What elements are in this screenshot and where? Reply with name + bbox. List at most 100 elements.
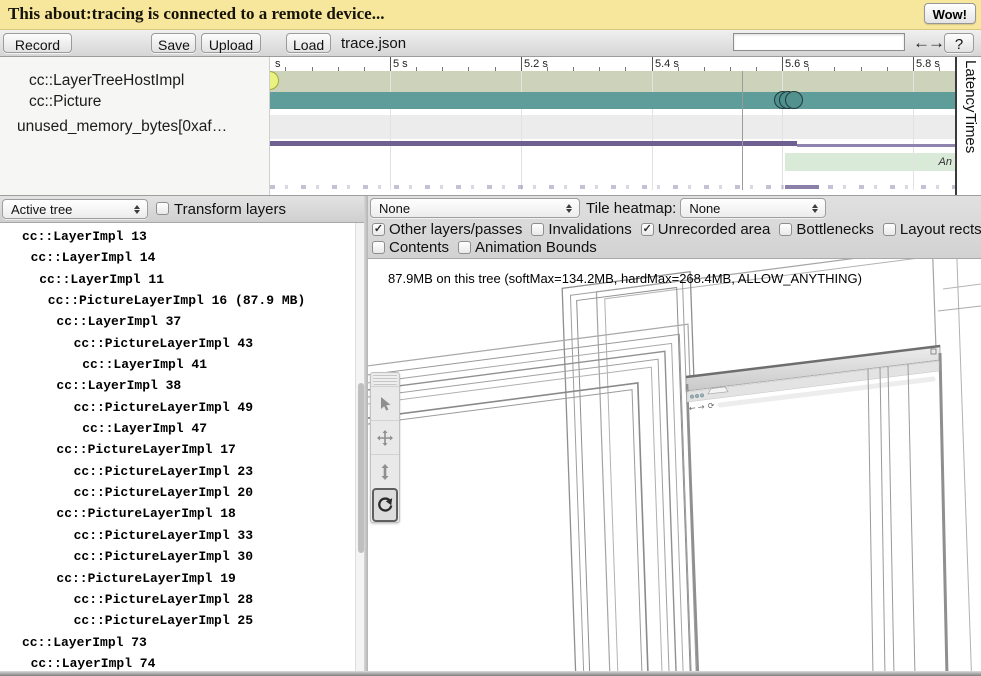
select-arrows-icon: [808, 204, 822, 213]
checkbox-item: Bottlenecks: [779, 221, 874, 238]
tracing-app: This about:tracing is connected to a rem…: [0, 0, 981, 676]
cursor-icon: [377, 396, 393, 412]
ruler-minor-tick: [312, 67, 313, 71]
checkbox-contents[interactable]: [372, 241, 385, 254]
tree-row[interactable]: cc::LayerImpl 73: [0, 632, 355, 653]
track-label-layertreehostimpl[interactable]: cc::LayerTreeHostImpl: [29, 72, 184, 90]
tree-row[interactable]: cc::PictureLayerImpl 19: [0, 568, 355, 589]
ruler-major-tick: [390, 57, 391, 71]
checkbox-unrecorded-area[interactable]: ✓: [641, 223, 654, 236]
pan-tool-button[interactable]: [371, 420, 399, 454]
ruler-minor-tick: [730, 67, 731, 71]
event-dash-cluster: [785, 185, 819, 189]
transform-layers-checkbox[interactable]: [156, 202, 169, 215]
tree-row[interactable]: cc::LayerImpl 38: [0, 375, 355, 396]
tree-scrollbar-thumb[interactable]: [358, 383, 364, 553]
side-label-times: Times: [959, 113, 981, 153]
rotate-tool-button[interactable]: [372, 488, 398, 522]
tree-row[interactable]: cc::LayerImpl 47: [0, 418, 355, 439]
checkbox-animation-bounds[interactable]: [458, 241, 471, 254]
track-label-picture[interactable]: cc::Picture: [29, 93, 101, 111]
checkbox-label: Invalidations: [548, 221, 631, 238]
ruler-tick-label: 5.6 s: [785, 58, 809, 70]
memory-counter-high[interactable]: [270, 141, 797, 146]
checkbox-item: Invalidations: [531, 221, 631, 238]
upload-button[interactable]: Upload: [201, 33, 261, 53]
ruler-minor-tick: [547, 67, 548, 71]
tree-row[interactable]: cc::PictureLayerImpl 33: [0, 525, 355, 546]
track-picture[interactable]: [270, 92, 955, 110]
select-tool-button[interactable]: [371, 386, 399, 420]
tree-row[interactable]: cc::LayerImpl 41: [0, 354, 355, 375]
ruler-minor-tick: [939, 67, 940, 71]
track-unused-memory[interactable]: [270, 115, 955, 139]
palette-grip[interactable]: [373, 374, 397, 385]
zoom-tool-button[interactable]: [371, 454, 399, 488]
traffic-light-icon: [700, 394, 704, 398]
tile-heatmap-select[interactable]: None: [680, 198, 826, 218]
tree-row[interactable]: cc::PictureLayerImpl 43: [0, 333, 355, 354]
animation-annotation: An: [939, 156, 952, 168]
wow-button[interactable]: Wow!: [924, 3, 976, 24]
tree-mode-select[interactable]: Active tree: [2, 199, 148, 219]
ruler: s5 s5.2 s5.4 s5.6 s5.8 s: [270, 57, 955, 71]
tree-row[interactable]: cc::LayerImpl 11: [0, 269, 355, 290]
ruler-major-tick: [782, 57, 783, 71]
help-button[interactable]: ?: [944, 33, 974, 53]
ruler-minor-tick: [808, 67, 809, 71]
tree-row[interactable]: cc::PictureLayerImpl 16 (87.9 MB): [0, 290, 355, 311]
select-arrows-icon: [562, 204, 576, 213]
checkbox-layout-rects[interactable]: [883, 223, 896, 236]
tree-row[interactable]: cc::PictureLayerImpl 25: [0, 610, 355, 631]
tree-row[interactable]: cc::PictureLayerImpl 23: [0, 461, 355, 482]
picture-event-dots[interactable]: [774, 90, 810, 110]
checkbox-other-layers-passes[interactable]: ✓: [372, 223, 385, 236]
layer-wireframe[interactable]: ←→⟳: [368, 259, 981, 676]
checkbox-invalidations[interactable]: [531, 223, 544, 236]
checkbox-label: Contents: [389, 239, 449, 256]
find-next-arrow[interactable]: →: [928, 33, 945, 53]
tree-row[interactable]: cc::PictureLayerImpl 28: [0, 589, 355, 610]
tree-row[interactable]: cc::PictureLayerImpl 17: [0, 439, 355, 460]
track-label-unused-memory[interactable]: unused_memory_bytes[0xaf…: [17, 118, 227, 136]
traffic-light-icon: [695, 394, 699, 398]
checkbox-item: Contents: [372, 239, 449, 256]
ruler-minor-tick: [573, 67, 574, 71]
timeline-side-strip: Latency Times: [955, 57, 981, 195]
tree-row[interactable]: cc::PictureLayerImpl 18: [0, 503, 355, 524]
tree-row[interactable]: cc::LayerImpl 13: [0, 226, 355, 247]
transform-layers-label: Transform layers: [174, 201, 286, 218]
save-button[interactable]: Save: [151, 33, 196, 53]
tree-row[interactable]: cc::LayerImpl 37: [0, 311, 355, 332]
viewer-checkbox-row-1: ✓ Other layers/passes Invalidations ✓ Unreco…: [372, 221, 981, 238]
tree-row[interactable]: cc::LayerImpl 14: [0, 247, 355, 268]
ruler-tick-label: s: [275, 58, 281, 70]
ruler-minor-tick: [625, 67, 626, 71]
animation-range-bar[interactable]: An: [785, 153, 955, 171]
tree-row[interactable]: cc::PictureLayerImpl 20: [0, 482, 355, 503]
tree-row[interactable]: cc::LayerImpl 74: [0, 653, 355, 671]
memory-counter-low[interactable]: [797, 144, 955, 147]
track-layertreehostimpl[interactable]: [270, 71, 955, 92]
time-marker-line: [742, 71, 743, 190]
gridline: [390, 71, 391, 190]
move-icon: [376, 429, 394, 447]
layer-viewer-canvas[interactable]: 87.9MB on this tree (softMax=134.2MB, ha…: [368, 259, 981, 676]
record-button[interactable]: Record: [3, 33, 72, 53]
timeline-plot[interactable]: An s5 s5.2 s5.4 s5.6 s5.8 s: [270, 57, 955, 195]
load-button[interactable]: Load: [286, 33, 331, 53]
tree-row[interactable]: cc::PictureLayerImpl 30: [0, 546, 355, 567]
checkbox-label: Unrecorded area: [658, 221, 771, 238]
find-input[interactable]: [733, 33, 905, 51]
checkbox-label: Other layers/passes: [389, 221, 522, 238]
tree-scrollbar[interactable]: [355, 223, 364, 671]
gridline: [652, 71, 653, 190]
tree-row[interactable]: cc::PictureLayerImpl 49: [0, 397, 355, 418]
selection-select[interactable]: None: [370, 198, 580, 218]
ruler-major-tick: [521, 57, 522, 71]
rotate-icon: [376, 496, 394, 514]
ruler-tick-label: 5.4 s: [655, 58, 679, 70]
checkbox-item: Animation Bounds: [458, 239, 597, 256]
checkbox-bottlenecks[interactable]: [779, 223, 792, 236]
timeline-track-labels: cc::LayerTreeHostImpl cc::Picture unused…: [0, 57, 270, 195]
